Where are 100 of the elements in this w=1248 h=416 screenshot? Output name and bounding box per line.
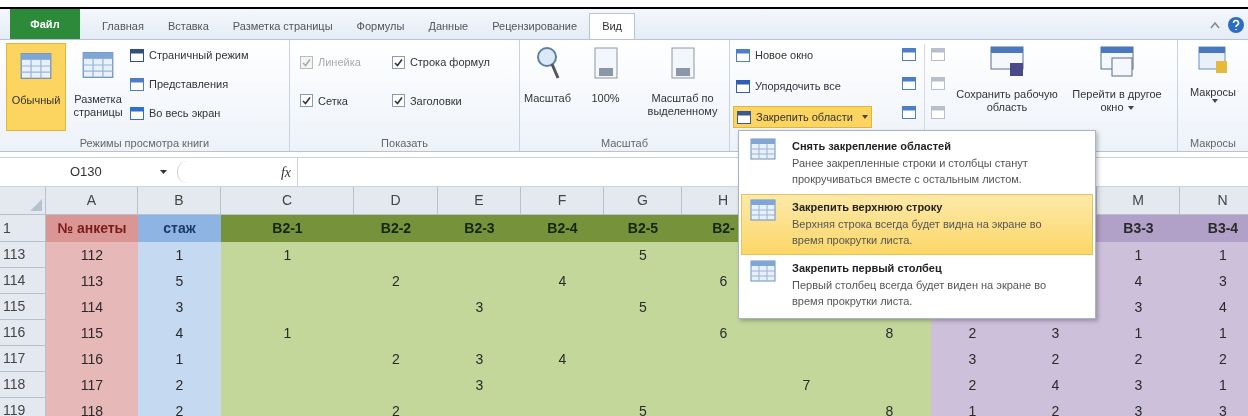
window-option-button[interactable]: Новое окно (733, 44, 817, 66)
window-icon (130, 77, 144, 91)
window-icon (902, 48, 916, 61)
window-icon (737, 110, 751, 124)
row-header[interactable]: 1 (3, 217, 11, 239)
column-header[interactable]: B (174, 190, 184, 211)
column-header[interactable]: H (717, 190, 729, 211)
table-cell-text: 7 (802, 375, 811, 395)
table-cell-text: 3 (1219, 401, 1227, 416)
zoom-button[interactable]: 100% (578, 46, 633, 105)
window-icon (1100, 46, 1134, 78)
table-icon (750, 260, 776, 282)
group-label: Макросы (1189, 136, 1237, 151)
minimize-ribbon-icon[interactable] (1210, 21, 1220, 29)
table-cell-text: 115 (80, 323, 104, 343)
ribbon-tab[interactable]: Рецензирование (480, 13, 590, 39)
column-header[interactable]: G (637, 190, 648, 211)
group-label: Режимы просмотра книги (78, 136, 211, 151)
table-cell-text: 112 (80, 245, 104, 265)
window-icon (130, 48, 144, 62)
column-header[interactable]: E (474, 190, 484, 211)
menu-item-title: Снять закрепление областей (792, 139, 952, 154)
menu-item-description: Верхняя строка всегда будет видна на экране во время прокрутки листа. (792, 216, 1043, 248)
name-box[interactable]: O130 (0, 158, 160, 186)
ribbon-tab[interactable]: Вид (589, 13, 636, 39)
insert-function-button[interactable]: fx (280, 161, 291, 183)
header-cell: B2-3 (438, 215, 521, 242)
table-cell-text: 1 (175, 245, 184, 265)
checkbox[interactable]: Заголовки (391, 92, 509, 109)
table-cell-text: 1 (1219, 323, 1227, 343)
window-option-button[interactable]: Упорядочить все (733, 75, 844, 97)
view-option-button[interactable]: Страничный режим (130, 45, 249, 65)
table-cell-text: 3 (968, 349, 977, 369)
table-cell-text: 2 (392, 401, 400, 416)
view-mode-button[interactable]: Разметка страницы (68, 43, 128, 131)
table-cell-text: 8 (885, 323, 894, 343)
window-icon (931, 48, 945, 61)
header-cell: B2-4 (521, 215, 604, 242)
menu-item[interactable]: Закрепить верхнюю строку Верхняя строка всегда будет видна на экране во время прокрутки листа. (741, 194, 1093, 255)
checkbox[interactable]: Сетка (300, 92, 380, 109)
ribbon-tab[interactable]: Главная (90, 13, 156, 39)
table-cell-text: 2 (968, 323, 977, 343)
header-cell: B3-3 (1097, 215, 1180, 242)
file-tab[interactable]: Файл (10, 9, 80, 39)
macros-button[interactable]: Макросы (1178, 40, 1248, 135)
table-cell-text: 3 (175, 297, 184, 317)
page-icon (82, 49, 114, 81)
ribbon-tab[interactable]: Разметка страницы (220, 13, 345, 39)
view-option-button[interactable]: Во весь экран (130, 103, 249, 123)
table-cell-text: 5 (639, 245, 647, 265)
view-option-button[interactable]: Представления (130, 74, 249, 94)
table-cell-text: 3 (1219, 271, 1227, 291)
table-cell-text: 3 (1134, 401, 1143, 416)
table-cell-text: 117 (80, 375, 104, 395)
window-option-button[interactable]: Закрепить области (733, 106, 872, 128)
menu-item-title: Закрепить первый столбец (792, 261, 943, 276)
checkbox[interactable]: Строка формул (391, 54, 509, 71)
zoom-button[interactable]: Масштаб (520, 46, 575, 105)
help-icon[interactable] (1228, 17, 1244, 33)
table-cell-text: 2 (392, 271, 400, 291)
table-cell-text: 3 (475, 297, 484, 317)
table-cell-text: 3 (475, 349, 484, 369)
table-cell-text: 114 (80, 297, 104, 317)
column-header[interactable]: N (1217, 190, 1228, 211)
column-header[interactable]: A (86, 190, 97, 211)
table-cell-text: 1 (1134, 323, 1143, 343)
column-header[interactable]: C (281, 190, 293, 211)
table-cell-text: 8 (885, 401, 894, 416)
ribbon-tab[interactable]: Вставка (155, 13, 221, 39)
checkmark-icon (302, 96, 311, 106)
column-header[interactable]: D (390, 190, 401, 211)
group-label: Масштаб (599, 136, 650, 151)
table-cell-text: 2 (392, 349, 400, 369)
table-cell-text: 1 (175, 349, 184, 369)
menu-item[interactable]: Закрепить первый столбец Первый столбец всегда будет виден на экране во время прокрутки листа. (741, 255, 1093, 316)
column-header[interactable]: F (557, 190, 567, 211)
table-cell-text: 2 (1134, 349, 1143, 369)
ribbon-tab[interactable]: Формулы (344, 13, 417, 39)
table-cell-text: 2 (1051, 349, 1060, 369)
caret-icon[interactable] (160, 170, 167, 174)
table-cell-text: 4 (1051, 375, 1060, 395)
ribbon-tab[interactable]: Данные (416, 13, 481, 39)
menu-item[interactable]: Снять закрепление областей Ранее закрепленные строки и столбцы станут прокручиваться вместе с остальным листом. (741, 133, 1093, 194)
view-mode-button[interactable]: Обычный (6, 43, 66, 131)
checkmark-icon (302, 57, 311, 67)
table-cell-text: 4 (558, 349, 567, 369)
page-icon (592, 46, 619, 82)
zoom-button[interactable]: Масштаб по выделенному (636, 46, 729, 118)
menu-item-title: Закрепить верхнюю строку (792, 200, 944, 215)
table-cell-text: 2 (1051, 401, 1060, 416)
column-header[interactable]: M (1132, 190, 1144, 211)
table-cell-text: 6 (719, 271, 728, 291)
table-cell-text: 1 (1219, 245, 1227, 265)
table-cell-text: 1 (1219, 375, 1227, 395)
menu-item-description: Первый столбец всегда будет виден на экране во время прокрутки листа. (792, 277, 1047, 309)
table-cell-text: 1 (283, 245, 292, 265)
window-icon (931, 106, 945, 119)
header-cell: стаж (138, 215, 221, 242)
window-icon (736, 79, 750, 93)
table-cell-text: 3 (475, 375, 484, 395)
